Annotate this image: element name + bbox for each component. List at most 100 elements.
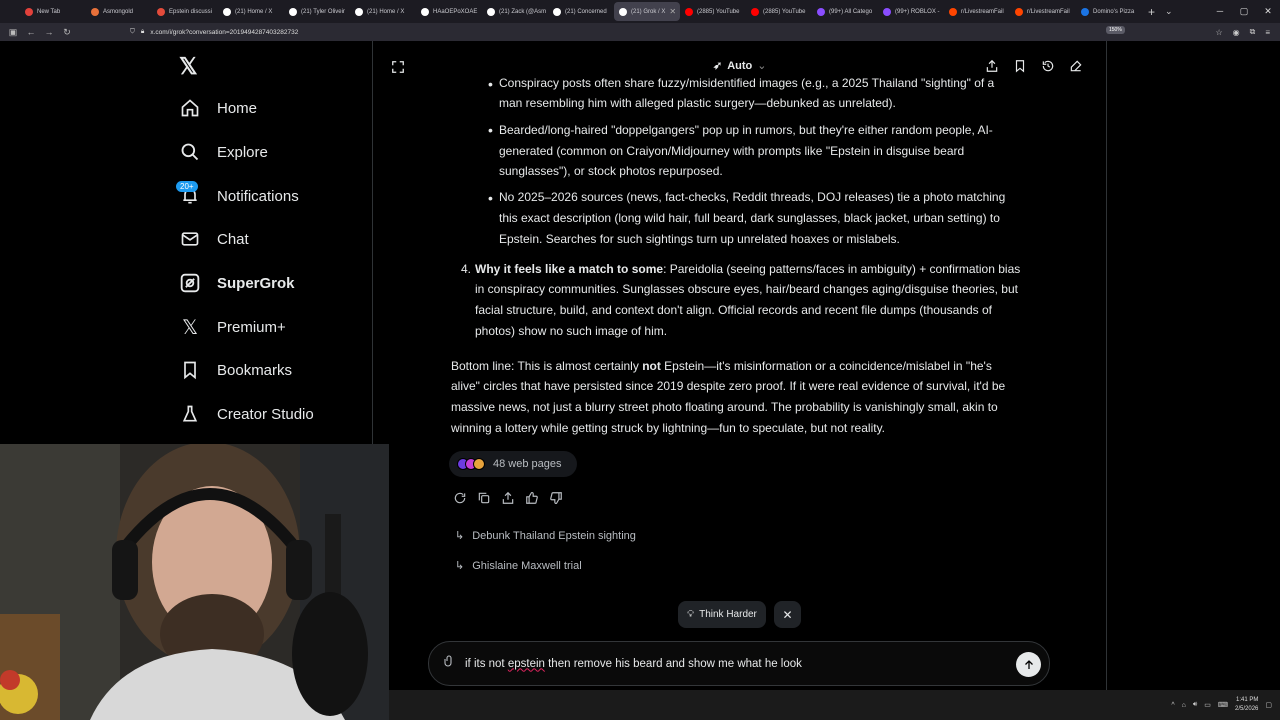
flask-icon [179,403,201,425]
bookmark-star-icon[interactable]: ☆ [1215,28,1222,37]
misspelled-word: epstein [507,657,545,670]
network-icon[interactable]: ⌂ [1182,702,1186,709]
sidebar-item-supergrok[interactable]: SuperGrok [179,272,295,294]
sidebar-item-creator-studio[interactable]: Creator Studio [179,403,314,425]
regenerate-icon[interactable] [453,491,467,510]
close-window-button[interactable]: ✕ [1256,0,1280,23]
reload-button[interactable]: ↻ [58,27,76,38]
battery-icon[interactable]: ▭ [1204,701,1211,709]
browser-tab[interactable]: (21) Grok / X ✕ [614,2,680,21]
browser-tab[interactable]: (21) Concerned [548,0,614,23]
composer-input-text[interactable]: if its not epstein then remove his beard… [465,658,802,670]
composer-text: then remove his beard and show me what h… [544,657,802,670]
paperclip-icon[interactable] [443,654,455,673]
thumbs-up-icon[interactable] [525,491,539,510]
think-harder-button[interactable]: 💡︎ Think Harder [678,601,766,628]
forward-button[interactable]: → [40,27,58,37]
back-button[interactable]: ← [22,27,40,37]
sidebar-item-home[interactable]: Home [179,97,257,119]
response-line: No 2025–2026 sources (news, fact-checks,… [499,190,1006,204]
response-text: Bottom line: This is almost certainly [451,359,643,373]
browser-tab[interactable]: (21) Home / X [350,0,416,23]
browser-tab[interactable]: Asmongold [86,0,152,23]
sidebar-item-premium[interactable]: 𝕏 Premium+ [179,316,286,339]
history-icon[interactable] [1041,59,1055,78]
language-icon[interactable]: ⌨ [1218,701,1228,709]
tab-favicon-icon [157,7,165,16]
account-icon[interactable]: ◉ [1233,28,1240,37]
menu-icon[interactable]: ≡ [1265,28,1270,37]
share-icon[interactable] [501,491,515,510]
response-line: in conspiracy communities. Sunglasses ob… [475,282,1018,296]
suggestion-item[interactable]: ↳ Debunk Thailand Epstein sighting [455,529,636,543]
browser-tab[interactable]: (2885) YouTube [746,0,812,23]
clock[interactable]: 1:41 PM 2/5/2026 [1235,696,1258,714]
sidebar-item-label: SuperGrok [217,274,295,292]
browser-tab[interactable]: (21) Home / X [218,0,284,23]
browser-tab[interactable]: Epstein discussi [152,0,218,23]
bookmark-icon [179,359,201,381]
minimize-button[interactable]: ─ [1208,0,1232,23]
notification-center-icon[interactable]: ▢ [1265,701,1272,709]
chevron-up-icon[interactable]: ^ [1171,702,1174,709]
response-text: : Pareidolia (seeing patterns/faces in a… [663,262,1021,276]
volume-icon[interactable]: 🔊︎ [1193,701,1197,709]
grok-main: ➶ Auto ⌄ • Conspiracy posts often share … [373,41,1107,690]
response-line: Bearded/long-haired "doppelgangers" pop … [499,123,993,137]
tab-favicon-icon [355,7,363,16]
browser-tab[interactable]: HAaOEPoXOAE [416,0,482,23]
clock-date: 2/5/2026 [1235,706,1259,712]
tab-favicon-icon [421,7,429,16]
send-button[interactable] [1016,652,1041,677]
sidebar-item-chat[interactable]: Chat [179,228,249,250]
response-line: Bottom line: This is almost certainly no… [451,356,992,377]
sidebar-item-bookmarks[interactable]: Bookmarks [179,359,292,381]
tab-favicon-icon [1081,7,1089,16]
browser-tab[interactable]: (2885) YouTube [680,0,746,23]
bullet-dot: • [488,122,493,138]
new-tab-button[interactable]: + [1148,5,1155,19]
browser-tab[interactable]: r/LivestreamFail [1010,0,1076,23]
source-favicons-icon [457,458,485,470]
sidebar-item-explore[interactable]: Explore [179,141,268,163]
extensions-icon[interactable]: ⧉ [1250,27,1256,37]
toolbar-right: ☆ ◉ ⧉ ≡ [1215,23,1270,41]
browser-tab[interactable]: New Tab [20,0,86,23]
sidebar-toggle-icon[interactable]: ▣ [4,27,22,38]
lock-icon: 🔒︎ [140,28,145,35]
browser-tab[interactable]: (99+) All Catego [812,0,878,23]
bookmark-icon[interactable] [1013,59,1027,78]
thumbs-down-icon[interactable] [549,491,563,510]
suggestion-item[interactable]: ↳ Ghislaine Maxwell trial [455,559,582,573]
response-line: this exact description (long wild hair, … [499,211,1000,225]
browser-tab[interactable]: r/LivestreamFail [944,0,1010,23]
browser-tab[interactable]: (21) Zack (@Asm [482,0,548,23]
browser-tab[interactable]: (21) Tyler Oliveir [284,0,350,23]
tab-label: (21) Tyler Oliveir [301,8,345,15]
dismiss-think-harder-button[interactable]: ✕ [774,601,801,628]
tab-list-button[interactable]: ⌄ [1165,6,1173,17]
rocket-icon: ➶ [713,60,723,72]
browser-tab[interactable]: (99+) ROBLOX - [878,0,944,23]
top-actions [985,59,1083,78]
model-selector[interactable]: ➶ Auto ⌄ [713,59,766,73]
response-actions [453,491,563,510]
expand-icon[interactable] [391,60,405,79]
browser-tab[interactable]: Domino's Pizza [1076,0,1142,23]
sidebar-item-label: Creator Studio [217,405,314,423]
x-logo-icon[interactable]: 𝕏 [179,53,198,80]
zoom-level[interactable]: 150% [1106,26,1125,34]
message-composer[interactable]: if its not epstein then remove his beard… [428,641,1050,686]
response-line: alive" circles that have persisted since… [451,379,1006,393]
response-line: photos) show no such image of him. [475,324,668,338]
copy-icon[interactable] [477,491,491,510]
composer-text: if its not [465,657,508,670]
new-chat-icon[interactable] [1069,59,1083,78]
tab-label: r/LivestreamFail [1027,8,1070,15]
tab-close-icon[interactable]: ✕ [669,7,676,16]
url-bar[interactable]: ⛉ 🔒︎ x.com/i/grok?conversation=201949428… [130,25,1170,39]
maximize-button[interactable]: ▢ [1232,0,1256,23]
system-tray: ^ ⌂ 🔊︎ ▭ ⌨ 1:41 PM 2/5/2026 ▢ [1171,690,1272,720]
web-pages-sources-button[interactable]: 48 web pages [449,451,577,477]
tab-favicon-icon [685,7,693,16]
